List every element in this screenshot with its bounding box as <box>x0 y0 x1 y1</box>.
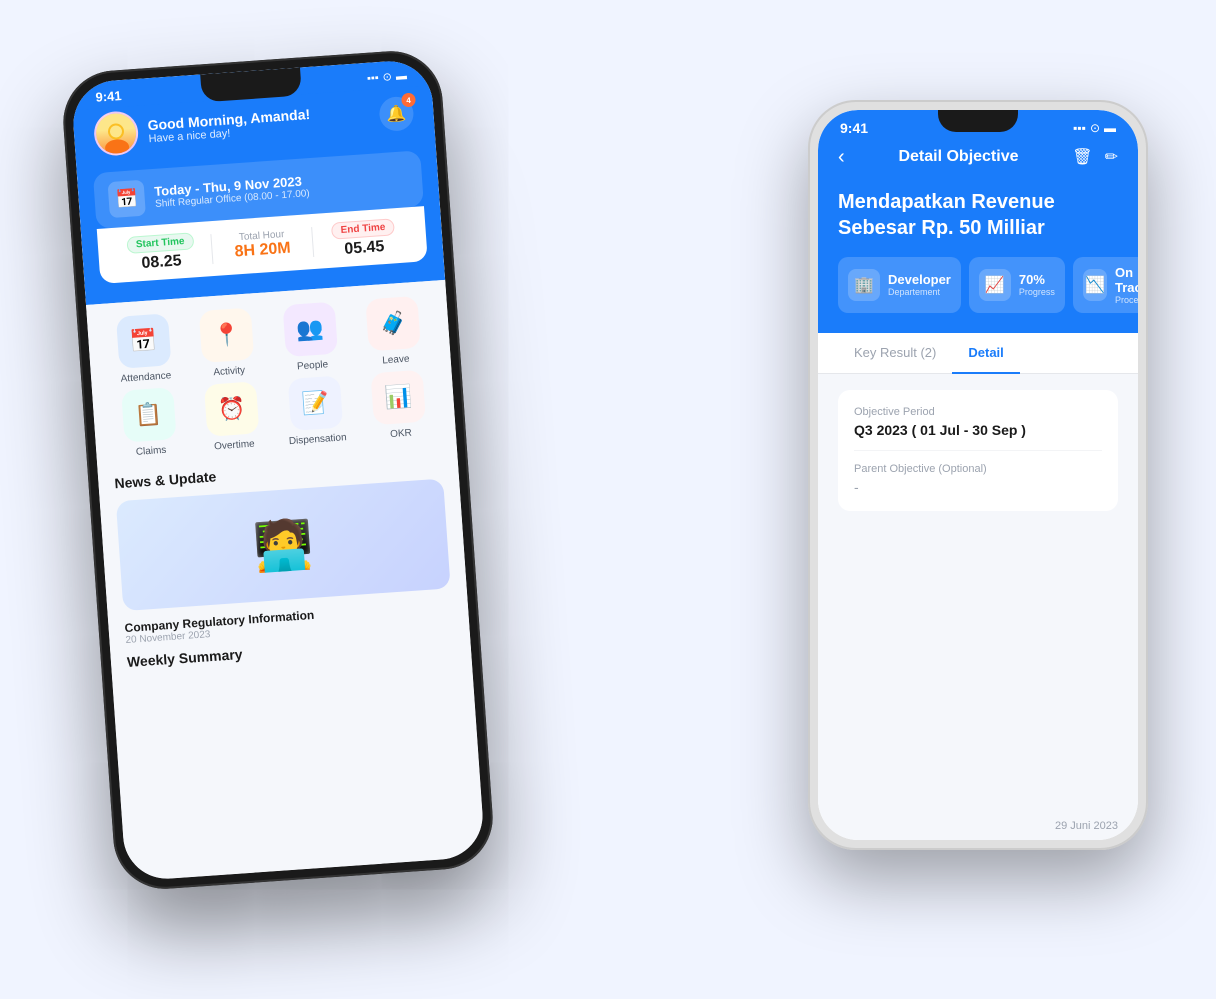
p2-stat-track: 📉 On Track Process <box>1073 257 1138 313</box>
icon-label-dispensation: Dispensation <box>289 432 347 447</box>
icon-people[interactable]: 👥 People <box>270 300 352 373</box>
icon-box-claims: 📋 <box>121 387 177 443</box>
tab-detail[interactable]: Detail <box>952 333 1019 374</box>
icon-label-okr: OKR <box>390 427 412 439</box>
start-time-item: Start Time 08.25 <box>109 229 212 275</box>
stat-dept-value: Developer <box>888 272 951 287</box>
icon-label-people: People <box>297 359 329 372</box>
total-hour-item: Total Hour 8H 20M <box>211 227 313 263</box>
delete-icon[interactable]: 🗑 <box>1072 147 1092 167</box>
stat-track-label: Process <box>1115 295 1138 305</box>
p2-detail-content: Objective Period Q3 2023 ( 01 Jul - 30 S… <box>818 374 1138 812</box>
p2-status-icons: ▪▪▪ ⊙ ▬ <box>1073 121 1116 135</box>
end-time-label: End Time <box>331 218 395 239</box>
icon-leave[interactable]: 🧳 Leave <box>353 294 435 367</box>
p2-battery-icon: ▬ <box>1104 121 1116 135</box>
edit-icon[interactable]: ✏ <box>1105 147 1118 167</box>
signal-icon: ▪▪▪ <box>367 71 380 84</box>
icon-box-people: 👥 <box>282 301 338 357</box>
phone2: 9:41 ▪▪▪ ⊙ ▬ ‹ Detail Objective 🗑 ✏ <box>808 100 1148 850</box>
phone1-screen: 9:41 ▪▪▪ ⊙ ▬ <box>71 58 486 881</box>
end-time-item: End Time 05.45 <box>312 214 415 260</box>
icon-overtime[interactable]: ⏰ Overtime <box>191 380 273 453</box>
stat-prog-label: Progress <box>1019 287 1055 297</box>
p2-stat-department: 🏢 Developer Departement <box>838 257 961 313</box>
icon-label-activity: Activity <box>213 365 245 378</box>
icon-activity[interactable]: 📍 Activity <box>186 306 268 379</box>
p2-wifi-icon: ⊙ <box>1090 121 1100 135</box>
stat-track-value: On Track <box>1115 265 1138 295</box>
avatar-face <box>95 112 138 155</box>
track-icon: 📉 <box>1083 269 1107 301</box>
icon-attendance[interactable]: 📅 Attendance <box>103 312 185 385</box>
phone1-content: 📅 Attendance 📍 Activity 👥 People 🧳 <box>86 279 472 684</box>
phone2-screen: 9:41 ▪▪▪ ⊙ ▬ ‹ Detail Objective 🗑 ✏ <box>818 110 1138 840</box>
attendance-info: Today - Thu, 9 Nov 2023 Shift Regular Of… <box>154 173 310 210</box>
field-divider <box>854 450 1102 451</box>
notification-badge: 4 <box>401 92 416 107</box>
back-button[interactable]: ‹ <box>838 146 845 169</box>
news-card[interactable]: 🧑‍💻 <box>116 478 451 611</box>
icon-label-claims: Claims <box>136 444 167 457</box>
phone1: 9:41 ▪▪▪ ⊙ ▬ <box>60 47 496 892</box>
p2-stat-prog-info: 70% Progress <box>1019 272 1055 297</box>
icon-box-okr: 📊 <box>371 369 427 425</box>
battery-icon: ▬ <box>395 69 407 82</box>
p2-stat-dept-info: Developer Departement <box>888 272 951 297</box>
progress-icon: 📈 <box>979 269 1011 301</box>
stat-dept-label: Departement <box>888 287 951 297</box>
field-parent-value: - <box>854 479 1102 495</box>
start-time-label: Start Time <box>126 232 194 254</box>
icon-okr[interactable]: 📊 OKR <box>358 368 440 441</box>
p2-tabs: Key Result (2) Detail <box>818 333 1138 374</box>
avatar <box>93 109 140 156</box>
p2-actions: 🗑 ✏ <box>1072 147 1118 167</box>
p2-screen-title: Detail Objective <box>898 148 1018 166</box>
tab-key-result[interactable]: Key Result (2) <box>838 333 952 374</box>
icon-box-leave: 🧳 <box>366 295 422 351</box>
p2-stat-progress: 📈 70% Progress <box>969 257 1065 313</box>
p2-signal-icon: ▪▪▪ <box>1073 121 1086 135</box>
icon-label-leave: Leave <box>382 353 410 366</box>
phone1-status-time: 9:41 <box>95 88 122 105</box>
icon-box-attendance: 📅 <box>116 313 172 369</box>
phone1-inner: 9:41 ▪▪▪ ⊙ ▬ <box>71 58 486 881</box>
icon-dispensation[interactable]: 📝 Dispensation <box>275 374 357 447</box>
field-period-value: Q3 2023 ( 01 Jul - 30 Sep ) <box>854 422 1102 438</box>
p2-stats-row: 🏢 Developer Departement 📈 70% Progress <box>838 257 1118 313</box>
news-illustration: 🧑‍💻 <box>251 514 315 575</box>
department-icon: 🏢 <box>848 269 880 301</box>
phone1-vol-up-btn <box>66 223 73 267</box>
icon-box-activity: 📍 <box>199 307 255 363</box>
icon-box-dispensation: 📝 <box>287 375 343 431</box>
p2-objective-section: Mendapatkan Revenue Sebesar Rp. 50 Milli… <box>818 189 1138 333</box>
phone1-power-btn <box>450 207 458 267</box>
greeting-text: Good Morning, Amanda! Have a nice day! <box>147 105 311 144</box>
p2-header: ‹ Detail Objective 🗑 ✏ <box>818 142 1138 189</box>
p2-status-time: 9:41 <box>840 120 868 136</box>
p2-stat-track-info: On Track Process <box>1115 265 1138 305</box>
phone1-status-icons: ▪▪▪ ⊙ ▬ <box>367 69 408 85</box>
icon-box-overtime: ⏰ <box>204 381 260 437</box>
phone1-mute-btn <box>64 183 70 211</box>
phone2-notch <box>938 110 1018 132</box>
p2-date-footer: 29 Juni 2023 <box>818 812 1138 840</box>
stat-prog-value: 70% <box>1019 272 1055 287</box>
field-period-label: Objective Period <box>854 406 1102 418</box>
calendar-icon: 📅 <box>108 179 146 217</box>
header-left: Good Morning, Amanda! Have a nice day! <box>93 97 312 156</box>
phone2-inner: 9:41 ▪▪▪ ⊙ ▬ ‹ Detail Objective 🗑 ✏ <box>818 110 1138 840</box>
icon-claims[interactable]: 📋 Claims <box>108 386 190 459</box>
field-parent-label: Parent Objective (Optional) <box>854 463 1102 475</box>
p2-detail-card: Objective Period Q3 2023 ( 01 Jul - 30 S… <box>838 390 1118 511</box>
icon-label-attendance: Attendance <box>120 370 171 385</box>
scene: 9:41 ▪▪▪ ⊙ ▬ <box>58 40 1158 960</box>
phone1-vol-down-btn <box>70 277 77 321</box>
notification-button[interactable]: 🔔 4 <box>378 95 414 131</box>
icon-grid: 📅 Attendance 📍 Activity 👥 People 🧳 <box>103 294 440 459</box>
icon-label-overtime: Overtime <box>214 438 255 452</box>
wifi-icon: ⊙ <box>382 70 392 84</box>
objective-title: Mendapatkan Revenue Sebesar Rp. 50 Milli… <box>838 189 1118 241</box>
